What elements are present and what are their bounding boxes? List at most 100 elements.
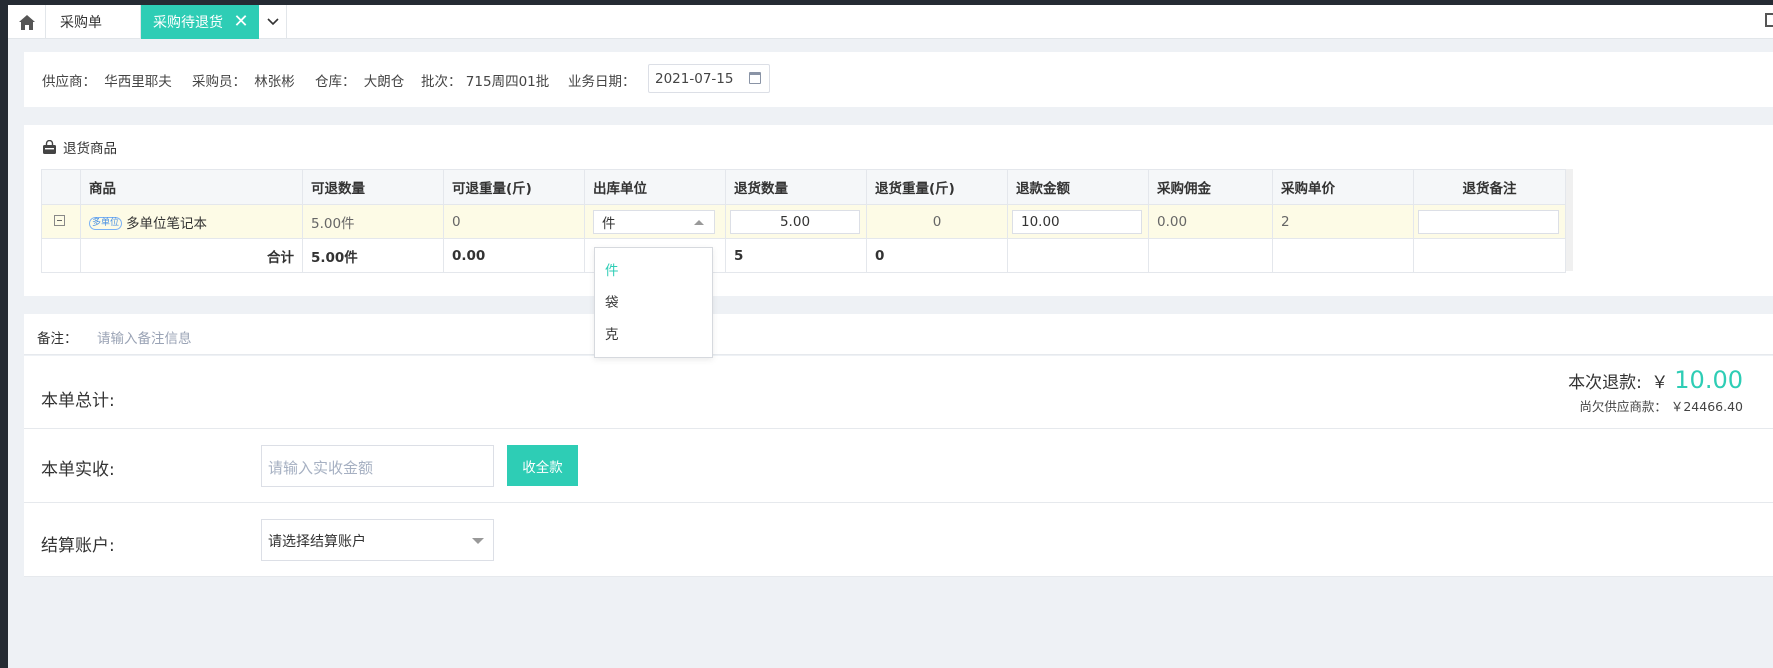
unit-price-cell: 2 bbox=[1272, 204, 1414, 239]
table-scrollbar[interactable] bbox=[1565, 169, 1573, 271]
product-name: 多单位笔记本 bbox=[126, 215, 208, 232]
warehouse-value: 大朗仓 bbox=[363, 74, 405, 90]
home-tab[interactable] bbox=[8, 5, 46, 39]
unit-option[interactable]: 袋 bbox=[595, 287, 712, 319]
chevron-down-icon bbox=[266, 18, 279, 26]
column-header: 退货数量 bbox=[725, 169, 867, 205]
refund-line: 本次退款: ￥ 10.00 bbox=[1568, 366, 1743, 394]
refund-label: 本次退款: bbox=[1568, 373, 1642, 393]
collapse-icon[interactable] bbox=[54, 214, 65, 226]
received-amount-input[interactable]: 请输入实收金额 bbox=[261, 445, 494, 487]
unit-option[interactable]: 件 bbox=[595, 255, 712, 287]
total-empty-cell bbox=[1148, 238, 1273, 273]
batch-label: 批次： bbox=[421, 74, 462, 90]
column-header: 退款金额 bbox=[1007, 169, 1149, 205]
return-goods-table: 商品 可退数量 可退重量(斤) 出库单位 退货数量 退货重量(斤) 退款金额 采… bbox=[41, 169, 1566, 273]
supplier-label: 供应商： bbox=[42, 74, 96, 90]
table-row: 多单位 多单位笔记本 5.00件 0 件 5.00 0 10.00 0.00 2 bbox=[41, 204, 1566, 239]
returnable-qty-cell: 5.00件 bbox=[302, 204, 444, 239]
multi-unit-badge: 多单位 bbox=[89, 217, 123, 230]
close-icon[interactable]: ✕ bbox=[233, 13, 249, 31]
total-empty-cell bbox=[1007, 238, 1149, 273]
column-header: 退货备注 bbox=[1413, 169, 1566, 205]
column-header: 采购单价 bbox=[1272, 169, 1414, 205]
returnable-weight-cell: 0 bbox=[443, 204, 585, 239]
return-goods-card: 退货商品 商品 可退数量 可退重量(斤) 出库单位 退货数量 退货重量(斤) 退… bbox=[24, 125, 1773, 296]
column-header: 可退重量(斤) bbox=[443, 169, 585, 205]
section-title-text: 退货商品 bbox=[63, 141, 117, 157]
tab-purchase-return[interactable]: 采购待退货 ✕ bbox=[141, 5, 259, 39]
buyer-info: 采购员： 林张彬 bbox=[192, 70, 295, 90]
tab-purchase-order[interactable]: 采购单 bbox=[46, 5, 141, 39]
total-return-weight: 0 bbox=[866, 238, 1008, 273]
return-remark-input[interactable] bbox=[1418, 209, 1559, 234]
caret-up-icon bbox=[694, 219, 704, 225]
home-icon bbox=[18, 14, 35, 30]
total-label: 合计 bbox=[80, 238, 303, 273]
window-left-border bbox=[0, 0, 8, 668]
refund-currency: ￥ bbox=[1651, 373, 1669, 393]
owe-label: 尚欠供应商款： bbox=[1579, 399, 1667, 414]
fullscreen-icon[interactable] bbox=[1765, 13, 1773, 27]
unit-dropdown-menu: 件 袋 克 bbox=[594, 247, 713, 358]
remark-section: 备注： 请输入备注信息 bbox=[24, 314, 1773, 355]
buyer-label: 采购员： bbox=[192, 74, 246, 90]
refund-summary: 本次退款: ￥ 10.00 尚欠供应商款： ￥24466.40 bbox=[1568, 366, 1743, 415]
expand-cell[interactable] bbox=[41, 204, 81, 239]
product-cell: 多单位 多单位笔记本 bbox=[80, 204, 303, 239]
account-label: 结算账户: bbox=[41, 536, 115, 556]
received-label: 本单实收: bbox=[41, 460, 115, 480]
refund-amount-value: 10.00 bbox=[1021, 213, 1060, 230]
supplier-info: 供应商： 华西里耶夫 bbox=[42, 70, 172, 90]
tab-label: 采购待退货 bbox=[153, 15, 223, 31]
owe-line: 尚欠供应商款： ￥24466.40 bbox=[1568, 396, 1743, 415]
total-empty-cell bbox=[41, 238, 81, 273]
date-value: 2021-07-15 bbox=[655, 71, 734, 87]
collect-full-button[interactable]: 收全款 bbox=[507, 445, 578, 486]
table-header-row: 商品 可退数量 可退重量(斤) 出库单位 退货数量 退货重量(斤) 退款金额 采… bbox=[41, 169, 1566, 205]
column-header: 可退数量 bbox=[302, 169, 444, 205]
column-header: 商品 bbox=[80, 169, 303, 205]
summary-section: 本单总计: 本次退款: ￥ 10.00 尚欠供应商款： ￥24466.40 本单实… bbox=[24, 356, 1773, 577]
settlement-account-select[interactable]: 请选择结算账户 bbox=[261, 519, 494, 561]
shopping-bag-icon bbox=[43, 139, 56, 154]
return-qty-value: 5.00 bbox=[779, 213, 811, 230]
return-weight-cell: 0 bbox=[866, 204, 1008, 239]
unit-select[interactable]: 件 bbox=[593, 209, 715, 234]
unit-option[interactable]: 克 bbox=[595, 319, 712, 351]
refund-amount-input[interactable]: 10.00 bbox=[1012, 209, 1142, 234]
refund-value: 10.00 bbox=[1674, 366, 1743, 394]
total-empty-cell bbox=[1272, 238, 1414, 273]
order-total-row: 本单总计: 本次退款: ￥ 10.00 尚欠供应商款： ￥24466.40 bbox=[24, 356, 1773, 429]
buyer-value: 林张彬 bbox=[254, 74, 295, 90]
app-main: 采购单 采购待退货 ✕ 供应商： 华西里耶夫 采购员： 林张彬 仓库： 大朗仓 … bbox=[8, 5, 1773, 668]
unit-select-value: 件 bbox=[602, 215, 616, 232]
total-return-qty: 5 bbox=[725, 238, 867, 273]
return-remark-cell bbox=[1413, 204, 1566, 239]
tab-label: 采购单 bbox=[60, 15, 102, 31]
warehouse-info: 仓库： 大朗仓 bbox=[315, 70, 404, 90]
column-header: 采购佣金 bbox=[1148, 169, 1273, 205]
unit-cell: 件 bbox=[584, 204, 726, 239]
order-info-card: 供应商： 华西里耶夫 采购员： 林张彬 仓库： 大朗仓 批次： 715周四01批… bbox=[24, 52, 1773, 107]
total-returnable-weight: 0.00 bbox=[443, 238, 585, 273]
received-row: 本单实收: 请输入实收金额 收全款 bbox=[24, 429, 1773, 503]
account-row: 结算账户: 请选择结算账户 bbox=[24, 503, 1773, 577]
column-header: 出库单位 bbox=[584, 169, 726, 205]
caret-down-icon bbox=[472, 538, 484, 544]
remark-label: 备注： bbox=[37, 331, 78, 347]
tab-more-button[interactable] bbox=[259, 5, 287, 39]
refund-amount-cell: 10.00 bbox=[1007, 204, 1149, 239]
column-header-expand bbox=[41, 169, 81, 205]
calendar-icon[interactable] bbox=[749, 72, 761, 84]
batch-info: 批次： 715周四01批 bbox=[421, 70, 549, 90]
batch-value: 715周四01批 bbox=[465, 74, 550, 90]
total-empty-cell bbox=[1413, 238, 1566, 273]
warehouse-label: 仓库： bbox=[315, 74, 356, 90]
order-total-label: 本单总计: bbox=[41, 391, 115, 411]
return-qty-input[interactable]: 5.00 bbox=[730, 209, 860, 234]
total-returnable-qty: 5.00件 bbox=[302, 238, 444, 273]
business-date-input[interactable]: 2021-07-15 bbox=[648, 64, 770, 93]
column-header: 退货重量(斤) bbox=[866, 169, 1008, 205]
remark-input[interactable]: 请输入备注信息 bbox=[97, 327, 192, 347]
